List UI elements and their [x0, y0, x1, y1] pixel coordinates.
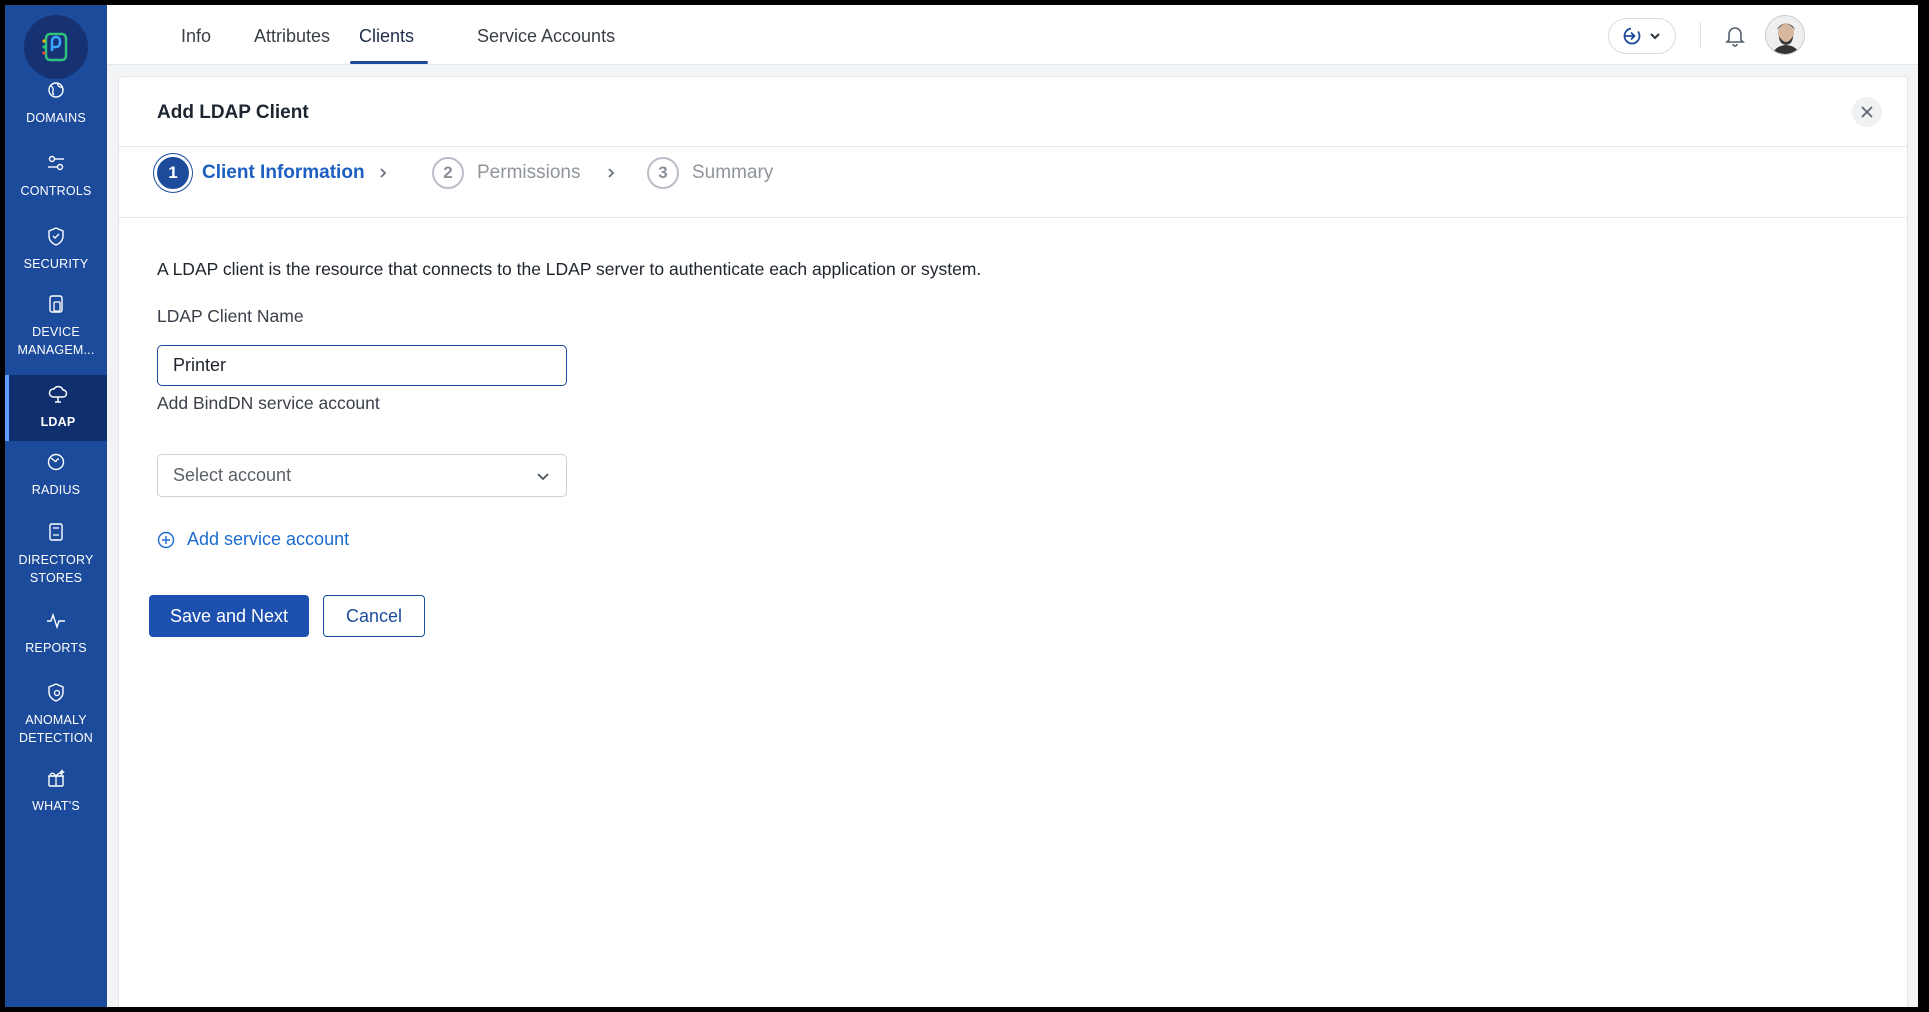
step-summary: 3 Summary: [647, 157, 773, 189]
step-number: 1: [157, 157, 189, 189]
sidebar: DOMAINS CONTROLS SECURITY DEVICE MANAGEM... L…: [5, 5, 107, 1007]
sidebar-item-ldap[interactable]: LDAP: [5, 375, 107, 441]
logo-icon: [42, 32, 68, 62]
sidebar-item-label: CONTROLS: [20, 184, 92, 198]
anomaly-detection-icon: [48, 683, 64, 702]
sidebar-item-label: WHAT'S: [32, 799, 80, 813]
add-ldap-client-panel: Add LDAP Client 1 Client Information 2 P…: [118, 76, 1908, 1007]
security-shield-icon: [48, 227, 64, 246]
step-client-information: 1 Client Information: [157, 157, 365, 189]
stepper-divider: [119, 217, 1907, 218]
chevron-down-icon: [537, 472, 549, 480]
active-tab-indicator: [350, 61, 428, 64]
panel-title: Add LDAP Client: [157, 102, 309, 123]
reports-icon: [47, 612, 65, 630]
header-divider: [119, 146, 1907, 147]
tab-service-accounts[interactable]: Service Accounts: [477, 5, 615, 65]
directory-stores-icon: [49, 523, 63, 541]
app-switcher-button[interactable]: [1608, 18, 1676, 54]
sidebar-item-directory-stores[interactable]: DIRECTORY STORES: [5, 517, 107, 593]
sidebar-item-label: LDAP: [40, 415, 76, 429]
sidebar-item-radius[interactable]: RADIUS: [5, 447, 107, 509]
chevron-down-icon: [1650, 33, 1660, 40]
ldap-cloud-icon: [48, 385, 68, 403]
step-permissions: 2 Permissions: [432, 157, 580, 189]
add-service-account-link[interactable]: Add service account: [157, 529, 349, 550]
sidebar-item-controls[interactable]: CONTROLS: [5, 148, 107, 210]
sidebar-item-label: DIRECTORY: [18, 553, 94, 567]
step-label: Permissions: [477, 162, 581, 183]
tab-info[interactable]: Info: [181, 5, 211, 65]
app-logo[interactable]: [24, 15, 88, 79]
step-label: Client Information: [202, 162, 365, 183]
user-avatar[interactable]: [1765, 15, 1805, 55]
sidebar-item-domains[interactable]: DOMAINS: [5, 75, 107, 137]
sidebar-item-label: REPORTS: [25, 641, 87, 655]
cancel-button[interactable]: Cancel: [323, 595, 425, 637]
binddn-account-select[interactable]: Select account: [157, 454, 567, 497]
sidebar-item-security[interactable]: SECURITY: [5, 221, 107, 283]
device-icon: [49, 295, 63, 313]
client-name-input[interactable]: [157, 345, 567, 386]
notifications-button[interactable]: [1721, 21, 1749, 49]
sidebar-item-label: SECURITY: [23, 257, 89, 271]
step-number: 2: [432, 157, 464, 189]
description-text: A LDAP client is the resource that conne…: [157, 259, 982, 279]
sidebar-item-what-s[interactable]: WHAT'S: [5, 763, 107, 825]
sidebar-item-label: DOMAINS: [26, 111, 86, 125]
client-name-label: LDAP Client Name: [157, 306, 304, 326]
sidebar-item-label: STORES: [29, 571, 83, 585]
sidebar-item-label: MANAGEM...: [17, 343, 95, 357]
sidebar-item-label: DEVICE: [32, 325, 80, 339]
app-window: DOMAINS CONTROLS SECURITY DEVICE MANAGEM... L…: [5, 5, 1918, 1007]
sidebar-item-label: DETECTION: [18, 731, 94, 745]
sidebar-item-label: ANOMALY: [25, 713, 87, 727]
chevron-right-icon: [608, 168, 615, 178]
tab-attributes[interactable]: Attributes: [254, 5, 330, 65]
chevron-right-icon: [380, 168, 387, 178]
whats-new-gift-icon: [48, 769, 65, 787]
step-number: 3: [647, 157, 679, 189]
sidebar-item-label: RADIUS: [31, 483, 81, 497]
topbar-divider: [1700, 22, 1701, 48]
add-service-account-label: Add service account: [187, 529, 350, 549]
step-label: Summary: [692, 162, 774, 183]
binddn-label: Add BindDN service account: [157, 393, 380, 413]
top-bar: Info Attributes Clients Service Accounts: [107, 5, 1918, 65]
avatar-portrait-icon: [1766, 16, 1804, 54]
select-placeholder: Select account: [173, 465, 292, 485]
domains-icon: [48, 82, 64, 98]
save-and-next-button[interactable]: Save and Next: [149, 595, 309, 637]
controls-icon: [48, 155, 64, 171]
close-button[interactable]: [1852, 97, 1882, 127]
close-icon: [1861, 106, 1873, 118]
sidebar-item-anomaly-detection[interactable]: ANOMALY DETECTION: [5, 677, 107, 753]
plus-circle-icon: [157, 531, 175, 548]
tab-clients[interactable]: Clients: [359, 5, 414, 65]
radius-icon: [47, 453, 65, 471]
sidebar-item-device-managem[interactable]: DEVICE MANAGEM...: [5, 289, 107, 365]
sidebar-item-reports[interactable]: REPORTS: [5, 605, 107, 667]
sign-in-icon: [1623, 27, 1641, 45]
bell-icon: [1725, 27, 1745, 47]
